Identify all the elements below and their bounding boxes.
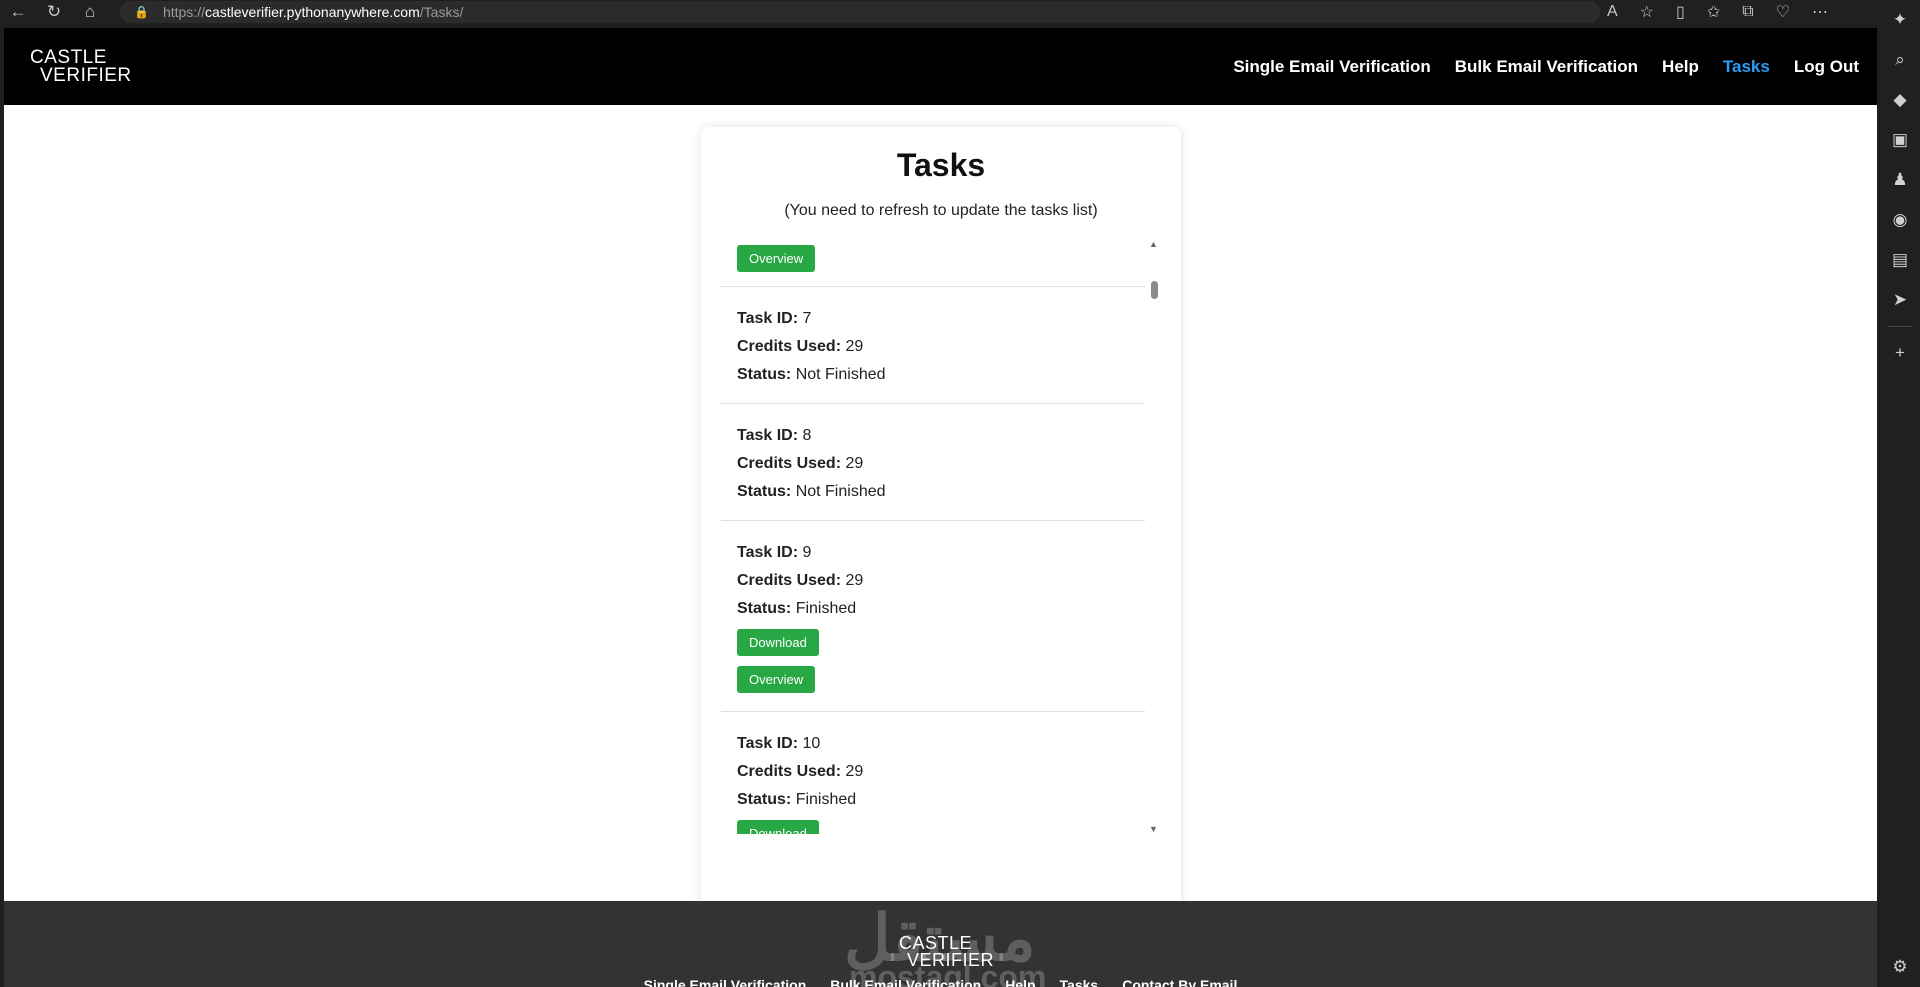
status-label: Status:	[737, 483, 792, 500]
url-scheme: https://	[162, 4, 205, 20]
status-label: Status:	[737, 366, 792, 383]
status-label: Status:	[737, 791, 792, 808]
overview-button[interactable]: Overview	[737, 666, 816, 693]
lock-icon: 🔒	[134, 5, 149, 19]
back-icon[interactable]: ←	[0, 0, 36, 24]
nav-log-out[interactable]: Log Out	[1794, 57, 1859, 77]
credits-used-label: Credits Used:	[737, 338, 842, 355]
page-title: Tasks	[896, 147, 986, 183]
task-item: Task ID: 9 Credits Used: 29 Status: Fini…	[721, 521, 1145, 712]
nav-bulk-email[interactable]: Bulk Email Verification	[1455, 57, 1638, 77]
home-icon[interactable]: ⌂	[72, 0, 108, 24]
scroll-up-arrow-icon[interactable]: ▲	[1149, 239, 1158, 249]
task-id-value: 10	[802, 735, 821, 752]
credits-used-value: 29	[845, 763, 864, 780]
scrollbar-thumb[interactable]	[1151, 281, 1158, 299]
shopping-tag-icon[interactable]: ◆	[1880, 80, 1920, 120]
refresh-note: (You need to refresh to update the tasks…	[784, 202, 1098, 219]
task-id-value: 8	[802, 427, 812, 444]
credits-used-value: 29	[845, 338, 864, 355]
site-header: CASTLE VERIFIER Single Email Verificatio…	[4, 28, 1877, 105]
status-value: Finished	[795, 791, 857, 808]
footer-links: Single Email Verification Bulk Email Ver…	[4, 977, 1877, 987]
task-id-value: 9	[802, 544, 812, 561]
footer-link-contact[interactable]: Contact By Email	[1122, 977, 1237, 987]
task-id-value: 7	[802, 310, 812, 327]
status-value: Not Finished	[795, 366, 886, 383]
site-footer: مستقل mostaql.com CASTLE VERIFIER Single…	[4, 901, 1877, 987]
nav-help[interactable]: Help	[1662, 57, 1699, 77]
favorite-star-icon[interactable]: ☆	[1640, 2, 1654, 22]
tasks-card: Tasks (You need to refresh to update the…	[701, 127, 1181, 917]
download-button[interactable]: Download	[737, 820, 819, 834]
address-bar[interactable]: 🔒 https://castleverifier.pythonanywhere.…	[120, 1, 1600, 23]
settings-icon[interactable]: ⚙	[1880, 947, 1920, 987]
site-logo[interactable]: CASTLE VERIFIER	[30, 46, 132, 86]
browser-toolbar: ← ↻ ⌂ 🔒 https://castleverifier.pythonany…	[0, 0, 1880, 24]
task-id-label: Task ID:	[737, 310, 799, 327]
microsoft365-icon[interactable]: ◉	[1880, 200, 1920, 240]
footer-link-bulk-email[interactable]: Bulk Email Verification	[830, 977, 981, 987]
task-id-label: Task ID:	[737, 427, 799, 444]
status-value: Finished	[795, 600, 857, 617]
games-icon[interactable]: ♟	[1880, 160, 1920, 200]
logo-line-1: CASTLE	[30, 46, 107, 68]
send-icon[interactable]: ➤	[1880, 280, 1920, 320]
nav-single-email[interactable]: Single Email Verification	[1233, 57, 1430, 77]
scroll-down-arrow-icon[interactable]: ▼	[1149, 824, 1158, 834]
split-screen-icon[interactable]: ▯	[1676, 2, 1685, 22]
credits-used-label: Credits Used:	[737, 572, 842, 589]
url-host: castleverifier.pythonanywhere.com	[204, 4, 420, 20]
task-id-label: Task ID:	[737, 735, 799, 752]
favorites-icon[interactable]: ✩	[1707, 2, 1720, 22]
footer-logo-line-2: VERIFIER	[907, 950, 995, 970]
task-list[interactable]: Overview Task ID: 7 Credits Used: 29 Sta…	[721, 239, 1162, 834]
credits-used-value: 29	[845, 572, 864, 589]
more-menu-icon[interactable]: ⋯	[1812, 2, 1828, 22]
footer-logo[interactable]: CASTLE VERIFIER	[899, 934, 995, 970]
task-item: Task ID: 7 Credits Used: 29 Status: Not …	[721, 287, 1145, 404]
url-path: /Tasks/	[419, 4, 464, 20]
logo-line-2: VERIFIER	[40, 64, 132, 86]
read-aloud-icon[interactable]: A	[1607, 3, 1618, 21]
refresh-icon[interactable]: ↻	[36, 0, 72, 24]
footer-link-help[interactable]: Help	[1005, 977, 1035, 987]
main-nav: Single Email Verification Bulk Email Ver…	[1233, 57, 1859, 77]
add-icon[interactable]: +	[1880, 333, 1920, 373]
task-item: Task ID: 8 Credits Used: 29 Status: Not …	[721, 404, 1145, 521]
footer-link-tasks[interactable]: Tasks	[1060, 977, 1099, 987]
download-button[interactable]: Download	[737, 629, 819, 656]
task-id-label: Task ID:	[737, 544, 799, 561]
task-item-partial: Overview	[721, 239, 1145, 287]
task-list-scrollbar[interactable]: ▲ ▼	[1146, 239, 1162, 834]
overview-button[interactable]: Overview	[737, 245, 816, 272]
search-icon[interactable]: ⌕	[1880, 40, 1920, 80]
credits-used-value: 29	[845, 455, 864, 472]
outlook-icon[interactable]: ▤	[1880, 240, 1920, 280]
sidebar-divider	[1887, 326, 1913, 327]
nav-tasks[interactable]: Tasks	[1723, 57, 1770, 77]
status-value: Not Finished	[795, 483, 886, 500]
main-content: Tasks (You need to refresh to update the…	[4, 105, 1877, 917]
collections-icon[interactable]: ⧉	[1742, 3, 1753, 21]
status-label: Status:	[737, 600, 792, 617]
browser-essentials-icon[interactable]: ♡	[1776, 2, 1790, 22]
page-viewport: CASTLE VERIFIER Single Email Verificatio…	[4, 28, 1877, 987]
credits-used-label: Credits Used:	[737, 763, 842, 780]
copilot-icon[interactable]: ✦	[1880, 0, 1920, 40]
tools-icon[interactable]: ▣	[1880, 120, 1920, 160]
footer-link-single-email[interactable]: Single Email Verification	[644, 977, 807, 987]
credits-used-label: Credits Used:	[737, 455, 842, 472]
task-item: Task ID: 10 Credits Used: 29 Status: Fin…	[721, 712, 1145, 834]
edge-sidebar: ✦ ⌕ ◆ ▣ ♟ ◉ ▤ ➤ + ⚙	[1880, 0, 1920, 987]
